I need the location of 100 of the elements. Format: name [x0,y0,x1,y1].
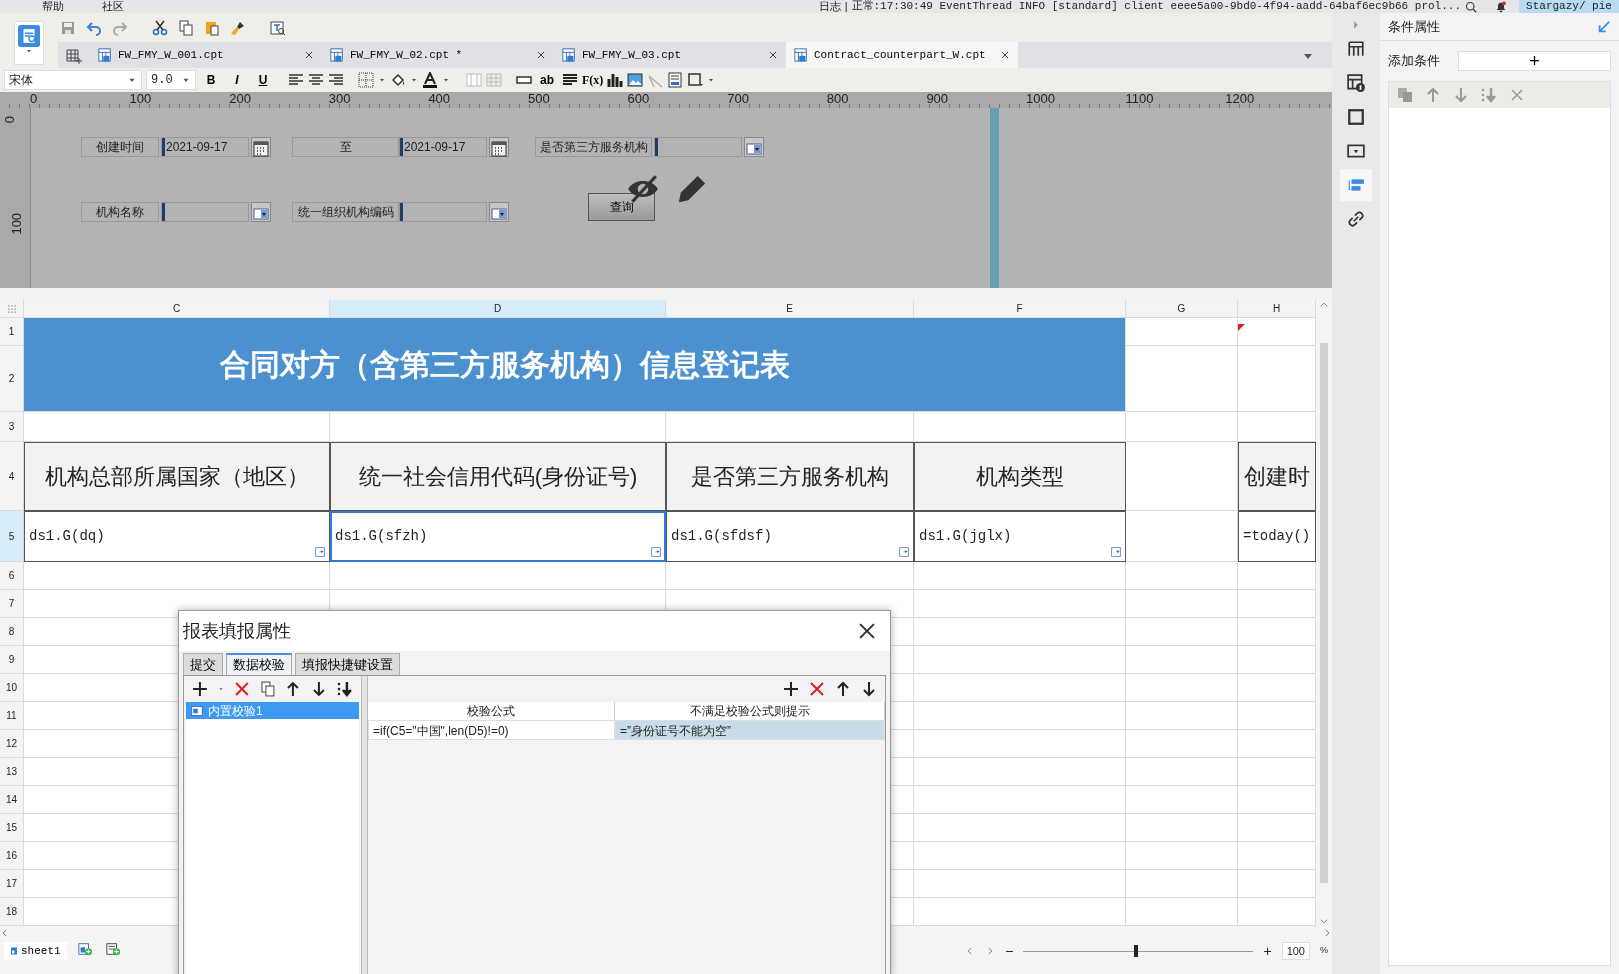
delete-icon[interactable] [233,681,250,697]
new-template-icon[interactable] [66,47,82,64]
message-cell[interactable]: =”身份证号不能为空” [615,720,885,740]
row-header[interactable]: 16 [0,842,24,870]
column-header[interactable]: E [666,300,914,318]
italic-button[interactable]: I [226,70,248,90]
formula-cell[interactable]: ds1.G(sfzh) [330,511,666,562]
column-header[interactable]: H [1238,300,1316,318]
undo-icon[interactable] [86,19,102,36]
row-header[interactable]: 5 [0,511,24,562]
column-header[interactable]: C [24,300,330,318]
image-icon[interactable] [627,72,644,88]
copy-icon[interactable] [259,681,276,697]
calendar-button[interactable] [489,137,509,157]
sheet-tab[interactable]: sheet1 [4,942,67,960]
calendar-button[interactable] [251,137,271,157]
app-logo-button[interactable] [14,21,44,65]
brush-icon[interactable] [230,19,246,36]
font-select[interactable]: 宋体 [4,70,142,90]
move-to-bottom-icon[interactable] [337,681,353,697]
size-select[interactable]: 9.0 [146,70,196,90]
column-header[interactable]: D [330,300,666,318]
dialog-tab[interactable]: 填报快捷键设置 [295,653,400,675]
log-label[interactable]: 日志 [818,0,841,13]
formula-button[interactable]: F(x) [582,70,604,90]
row-header[interactable]: 11 [0,702,24,730]
row-header[interactable]: 6 [0,562,24,590]
dialog-tab[interactable]: 提交 [183,653,223,675]
copy-icon[interactable] [178,19,194,36]
row-header[interactable]: 4 [0,442,24,511]
close-icon[interactable] [768,50,778,60]
menu-item[interactable]: 帮助 [42,0,64,13]
pencil-icon[interactable] [677,174,707,204]
formula-cell[interactable]: =if(C5="中国",len(D5)!=0) [368,720,615,740]
text-tool-button[interactable]: ab [536,70,558,90]
menu-item[interactable]: 社区 [102,0,124,13]
zoom-out-button[interactable]: − [1005,940,1014,962]
scroll-right-icon[interactable] [1322,928,1332,938]
row-header[interactable]: 10 [0,674,24,702]
row-header[interactable]: 15 [0,814,24,842]
combo-field[interactable] [161,202,249,222]
search-icon[interactable] [1465,0,1477,13]
font-color-icon[interactable] [422,72,438,88]
scroll-left-icon[interactable] [0,928,10,938]
row-header[interactable]: 17 [0,870,24,898]
close-icon[interactable] [536,50,546,60]
move-up-icon[interactable] [835,681,851,697]
move-down-icon[interactable] [861,681,877,697]
form-icon[interactable] [667,72,684,88]
scroll-down-icon[interactable] [1319,916,1329,926]
formula-cell[interactable]: ds1.G(sfdsf) [666,511,914,562]
close-icon[interactable] [1000,50,1010,60]
date-field[interactable]: 2021-09-17 [399,137,487,157]
formula-cell[interactable]: =today() [1238,511,1316,562]
bell-icon[interactable] [1495,0,1507,13]
align-center-icon[interactable] [308,72,324,88]
row-header[interactable]: 12 [0,730,24,758]
fill-color-icon[interactable] [390,72,406,88]
dropdown-button[interactable] [744,137,764,157]
add-icon[interactable] [783,681,799,697]
formula-cell[interactable]: ds1.G(dq) [24,511,330,562]
combo-field[interactable] [399,202,487,222]
align-right-icon[interactable] [328,72,344,88]
dialog-tab[interactable]: 数据校验 [226,653,292,675]
zoom-slider-thumb[interactable] [1133,944,1138,957]
row-header[interactable]: 8 [0,618,24,646]
scissors-icon[interactable] [152,19,168,36]
close-icon[interactable] [304,50,314,60]
preview-icon[interactable] [270,19,286,36]
user-name[interactable]: Stargazy/ pie [1519,0,1619,13]
query-button[interactable]: 查询 [588,193,655,221]
add-icon[interactable] [192,681,208,697]
paragraph-icon[interactable] [562,72,578,88]
underline-button[interactable]: U [252,70,274,90]
file-tab[interactable]: Contract_counterpart_W.cpt [786,42,1018,68]
dropdown-button[interactable] [489,202,509,222]
zoom-value-field[interactable]: 100 [1281,941,1310,961]
bold-button[interactable]: B [200,70,222,90]
add-condition-button[interactable]: + [1458,51,1611,71]
dropdown-button[interactable] [251,202,271,222]
delete-icon[interactable] [809,681,825,697]
paste-icon[interactable] [204,19,220,36]
row-header[interactable]: 3 [0,412,24,442]
combo-field[interactable] [654,137,742,157]
frame-icon[interactable] [687,72,704,88]
bar-chart-icon[interactable] [607,72,624,88]
collapse-icon[interactable] [1597,20,1611,35]
align-left-icon[interactable] [288,72,304,88]
row-header[interactable]: 9 [0,646,24,674]
zoom-in-button[interactable]: + [1263,940,1272,962]
date-field[interactable]: 2021-09-17 [161,137,249,157]
row-header[interactable]: 13 [0,758,24,786]
scroll-up-icon[interactable] [1319,300,1329,310]
row-header[interactable]: 2 [0,346,24,412]
merge-cells-icon[interactable] [466,72,482,88]
row-header[interactable]: 1 [0,318,24,346]
row-header[interactable]: 18 [0,898,24,926]
column-header[interactable]: G [1126,300,1238,318]
row-header[interactable]: 7 [0,590,24,618]
formula-cell[interactable]: ds1.G(jglx) [914,511,1126,562]
